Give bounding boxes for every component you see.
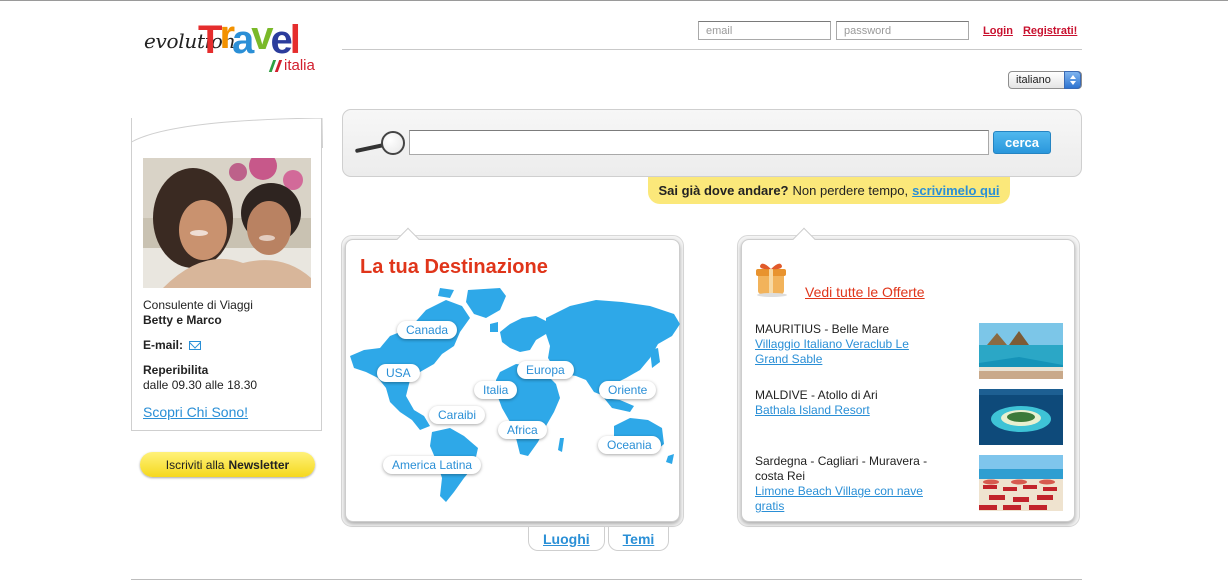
- tab-places[interactable]: Luoghi: [528, 527, 605, 551]
- offer-destination: MALDIVE - Atollo di Ari: [755, 388, 878, 402]
- offer-thumbnail[interactable]: [979, 389, 1063, 445]
- consultant-name: Betty e Marco: [143, 313, 222, 327]
- panel-notch: [792, 227, 816, 251]
- search-input[interactable]: [409, 130, 989, 155]
- login-bar: Login Registrati!: [698, 21, 1077, 40]
- map-label-europa[interactable]: Europa: [517, 361, 574, 379]
- login-link[interactable]: Login: [983, 25, 1013, 37]
- select-arrows-icon: [1064, 71, 1081, 89]
- offers-gift-icon: [756, 263, 787, 297]
- email-field[interactable]: [698, 21, 831, 40]
- offer-hotel-link[interactable]: Villaggio Italiano Veraclub Le Grand Sab…: [755, 337, 945, 367]
- offer-hotel-link[interactable]: Bathala Island Resort: [755, 403, 945, 418]
- map-label-oceania[interactable]: Oceania: [598, 436, 661, 454]
- consultant-card: Consulente di Viaggi Betty e Marco E-mai…: [131, 118, 323, 431]
- availability-label: Reperibilita: [143, 363, 209, 377]
- newsletter-prefix: Iscriviti alla: [165, 457, 225, 472]
- header-divider: [342, 49, 1082, 50]
- consultant-photo: [143, 158, 311, 288]
- map-label-usa[interactable]: USA: [377, 364, 420, 382]
- offer-thumbnail[interactable]: [979, 323, 1063, 379]
- offer-item[interactable]: MALDIVE - Atollo di Ari Bathala Island R…: [755, 388, 1065, 445]
- search-button[interactable]: cerca: [993, 131, 1051, 154]
- map-label-africa[interactable]: Africa: [498, 421, 547, 439]
- newsletter-button[interactable]: Iscriviti alla Newsletter: [140, 452, 315, 477]
- newsletter-strong: Newsletter: [228, 457, 290, 472]
- search-box: cerca: [342, 109, 1082, 177]
- footer-divider: [131, 579, 1082, 580]
- consultant-email-label: E-mail:: [143, 338, 184, 352]
- top-border: [0, 0, 1228, 1]
- language-selected-value: italiano: [1016, 74, 1051, 86]
- tip-question: Sai già dove andare?: [658, 183, 789, 198]
- write-me-link[interactable]: scrivimelo qui: [912, 183, 999, 198]
- offer-destination: Sardegna - Cagliari - Muravera - costa R…: [755, 454, 928, 483]
- tab-themes[interactable]: Temi: [607, 527, 670, 551]
- destination-panel: La tua Destinazione Canada USA Italia Eu…: [345, 227, 680, 522]
- map-label-america-latina[interactable]: America Latina: [383, 456, 482, 474]
- all-offers-link[interactable]: Vedi tutte le Offerte: [805, 284, 925, 300]
- destination-tabs: Luoghi Temi: [528, 527, 670, 551]
- offer-item[interactable]: Sardegna - Cagliari - Muravera - costa R…: [755, 454, 1065, 514]
- consultant-email-row: E-mail:: [143, 338, 202, 352]
- tip-text: Non perdere tempo,: [792, 183, 909, 198]
- map-label-italia[interactable]: Italia: [474, 381, 518, 399]
- card-top-curve: [131, 118, 323, 148]
- register-link[interactable]: Registrati!: [1023, 25, 1077, 37]
- magnifier-icon: [354, 131, 405, 157]
- offer-item[interactable]: MAURITIUS - Belle Mare Villaggio Italian…: [755, 322, 1065, 379]
- logo-italia: italia: [268, 57, 315, 74]
- language-select[interactable]: italiano: [1008, 71, 1082, 89]
- map-label-canada[interactable]: Canada: [397, 321, 458, 339]
- evolution-travel-logo[interactable]: evolution Travel italia: [143, 15, 328, 77]
- italian-flag-icon: [268, 59, 283, 72]
- mail-icon[interactable]: [189, 340, 202, 350]
- about-consultant-link[interactable]: Scopri Chi Sono!: [143, 404, 248, 420]
- panel-notch: [396, 227, 420, 251]
- offers-panel: Vedi tutte le Offerte MAURITIUS - Belle …: [741, 227, 1075, 522]
- offer-hotel-link[interactable]: Limone Beach Village con nave gratis: [755, 484, 945, 514]
- password-field[interactable]: [836, 21, 969, 40]
- offer-thumbnail[interactable]: [979, 455, 1063, 511]
- write-me-tip: Sai già dove andare? Non perdere tempo, …: [648, 177, 1010, 204]
- consultant-role: Consulente di Viaggi: [143, 298, 253, 312]
- availability-hours: dalle 09.30 alle 18.30: [143, 378, 258, 392]
- map-label-caraibi[interactable]: Caraibi: [429, 406, 486, 424]
- offer-destination: MAURITIUS - Belle Mare: [755, 322, 890, 336]
- map-label-oriente[interactable]: Oriente: [599, 381, 657, 399]
- logo-travel-text: Travel: [198, 13, 301, 62]
- destination-title: La tua Destinazione: [360, 256, 548, 278]
